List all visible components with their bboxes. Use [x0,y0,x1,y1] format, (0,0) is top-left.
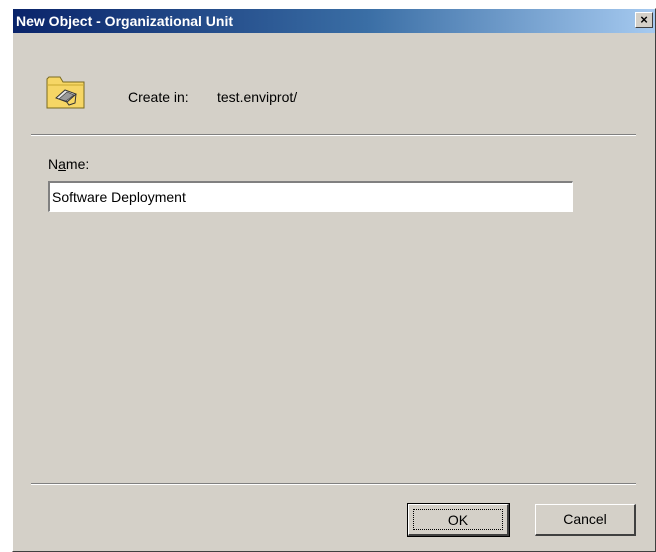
close-icon: × [640,12,648,27]
organizational-unit-folder-icon [46,76,85,109]
window-title: New Object - Organizational Unit [16,13,234,29]
top-separator [31,134,636,136]
title-bar[interactable]: New Object - Organizational Unit × [13,9,655,33]
name-accelerator: a [58,156,66,172]
close-button[interactable]: × [635,12,653,28]
ok-button-label: OK [413,509,503,530]
cancel-button[interactable]: Cancel [535,504,636,536]
name-input[interactable] [48,181,573,212]
name-label: Name: [48,156,90,172]
ok-button[interactable]: OK [407,503,510,537]
create-in-label: Create in: [128,89,189,105]
bottom-separator [31,483,636,485]
new-object-dialog: New Object - Organizational Unit × Creat… [12,8,656,552]
create-in-path: test.enviprot/ [217,89,298,105]
